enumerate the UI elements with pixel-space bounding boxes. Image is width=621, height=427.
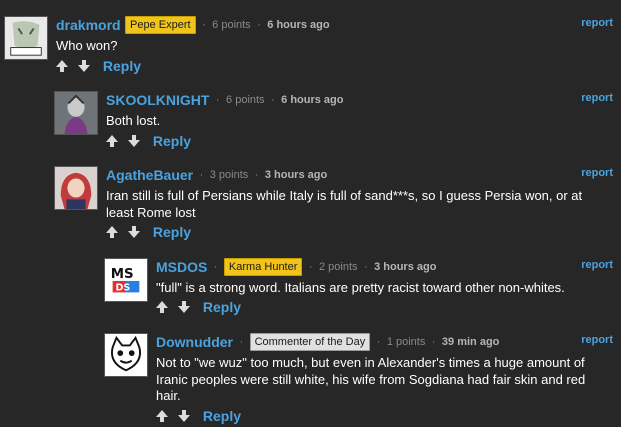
comment-text: Iran still is full of Persians while Ita…: [106, 188, 583, 220]
avatar-image: MS DS: [105, 259, 147, 301]
points: 2 points: [318, 261, 358, 273]
separator: ·: [215, 94, 220, 106]
comment-actions: Reply: [106, 132, 191, 150]
timestamp: 6 hours ago: [267, 19, 330, 31]
timestamp: 3 hours ago: [264, 169, 328, 181]
points: 1 points: [386, 336, 426, 348]
points: 6 points: [226, 94, 265, 106]
upvote-icon[interactable]: [56, 59, 68, 72]
report-link[interactable]: report: [581, 17, 613, 29]
username-link[interactable]: Downudder: [156, 334, 233, 350]
comment-text: Who won?: [56, 38, 118, 53]
comment-header: drakmord Pepe Expert · 6 points · 6 hour…: [56, 16, 330, 34]
reply-button[interactable]: Reply: [103, 58, 141, 74]
comment-header: SKOOLKNIGHT · 6 points · 6 hours ago: [106, 91, 343, 109]
report-link[interactable]: report: [581, 167, 613, 179]
upvote-icon[interactable]: [156, 300, 168, 313]
separator: ·: [376, 336, 381, 348]
user-badge: Karma Hunter: [223, 258, 303, 276]
comment-actions: Reply: [56, 57, 141, 75]
separator: ·: [202, 19, 206, 31]
comment: SKOOLKNIGHT · 6 points · 6 hours ago rep…: [54, 91, 617, 151]
user-badge: Pepe Expert: [125, 16, 196, 34]
report-link[interactable]: report: [581, 259, 613, 271]
separator: ·: [254, 169, 259, 181]
timestamp: 39 min ago: [441, 336, 500, 348]
points: 3 points: [209, 169, 249, 181]
downvote-icon[interactable]: [128, 225, 141, 238]
comment-actions: Reply: [156, 298, 241, 316]
svg-text:DS: DS: [116, 283, 131, 294]
avatar[interactable]: [104, 333, 148, 377]
comment: drakmord Pepe Expert · 6 points · 6 hour…: [4, 16, 617, 76]
avatar[interactable]: [4, 16, 48, 60]
svg-text:MS: MS: [111, 267, 134, 282]
user-badge: Commenter of the Day: [249, 333, 371, 351]
timestamp: 3 hours ago: [374, 261, 437, 273]
comment-text: Not to "we wuz" too much, but even in Al…: [156, 355, 586, 403]
comment-text: Both lost.: [106, 113, 161, 128]
separator: ·: [308, 261, 313, 273]
comment: Downudder · Commenter of the Day · 1 poi…: [104, 333, 617, 425]
comment-header: AgatheBauer · 3 points · 3 hours ago: [106, 166, 327, 184]
reply-button[interactable]: Reply: [203, 408, 241, 424]
points: 6 points: [212, 19, 251, 31]
username-link[interactable]: drakmord: [56, 17, 121, 33]
comment-actions: Reply: [156, 407, 241, 425]
separator: ·: [363, 261, 368, 273]
comment: AgatheBauer · 3 points · 3 hours ago rep…: [54, 166, 617, 244]
downvote-icon[interactable]: [128, 134, 141, 147]
avatar[interactable]: MS DS: [104, 258, 148, 302]
comment-header: MSDOS · Karma Hunter · 2 points · 3 hour…: [156, 258, 436, 276]
separator: ·: [431, 336, 436, 348]
separator: ·: [271, 94, 275, 106]
comment-header: Downudder · Commenter of the Day · 1 poi…: [156, 333, 499, 351]
reply-button[interactable]: Reply: [153, 133, 191, 149]
upvote-icon[interactable]: [156, 409, 168, 422]
username-link[interactable]: MSDOS: [156, 259, 207, 275]
separator: ·: [257, 19, 261, 31]
comment-text: "full" is a strong word. Italians are pr…: [156, 280, 565, 295]
avatar-image: [105, 334, 147, 376]
comment-actions: Reply: [106, 223, 191, 241]
downvote-icon[interactable]: [178, 409, 191, 422]
avatar-image: [5, 17, 47, 59]
downvote-icon[interactable]: [78, 59, 91, 72]
upvote-icon[interactable]: [106, 134, 118, 147]
avatar[interactable]: [54, 166, 98, 210]
downvote-icon[interactable]: [178, 300, 191, 313]
comment: MS DS MSDOS · Karma Hunter · 2 points · …: [104, 258, 617, 318]
upvote-icon[interactable]: [106, 225, 118, 238]
reply-button[interactable]: Reply: [153, 224, 191, 240]
report-link[interactable]: report: [581, 92, 613, 104]
separator: ·: [239, 336, 244, 348]
reply-button[interactable]: Reply: [203, 299, 241, 315]
avatar-image: [55, 92, 97, 134]
report-link[interactable]: report: [581, 334, 613, 346]
avatar[interactable]: [54, 91, 98, 135]
username-link[interactable]: AgatheBauer: [106, 167, 193, 183]
separator: ·: [213, 261, 218, 273]
separator: ·: [199, 169, 204, 181]
avatar-image: [55, 167, 97, 209]
username-link[interactable]: SKOOLKNIGHT: [106, 92, 209, 108]
timestamp: 6 hours ago: [281, 94, 344, 106]
